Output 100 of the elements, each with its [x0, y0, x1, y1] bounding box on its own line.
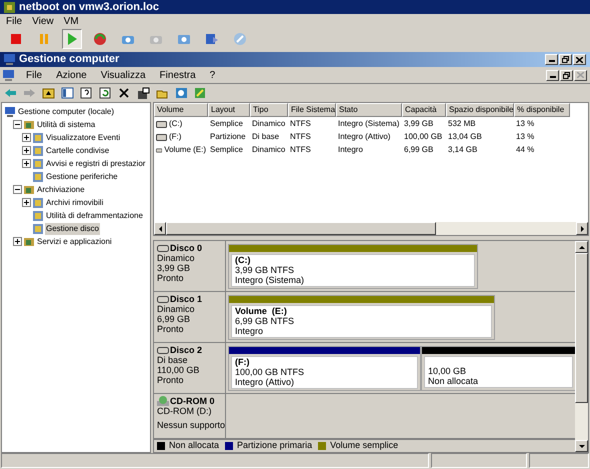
- drive-icon: [156, 146, 162, 154]
- tree-item[interactable]: Avvisi e registri di prestazior: [45, 158, 146, 170]
- refresh-icon: [98, 87, 112, 99]
- back-arrow-icon: [4, 87, 16, 99]
- tree-item[interactable]: Servizi e applicazioni: [36, 236, 113, 248]
- tree-node-icon: [23, 184, 35, 196]
- properties-icon: [136, 87, 150, 99]
- minimize-button[interactable]: [546, 70, 559, 80]
- toolbar-button[interactable]: [79, 86, 93, 100]
- right-arrow-icon: [580, 226, 584, 232]
- menu-item[interactable]: File: [6, 14, 22, 28]
- restore-button[interactable]: [560, 70, 573, 80]
- disk-info: 6,99 GB: [157, 314, 192, 324]
- toolbar-button[interactable]: [60, 86, 74, 100]
- table-cell: Volume (E:): [164, 144, 206, 156]
- toolbar-button[interactable]: [117, 86, 131, 100]
- tree-item[interactable]: Gestione computer (locale): [17, 106, 116, 118]
- scroll-up-button[interactable]: [575, 241, 588, 253]
- menu-item[interactable]: File: [26, 68, 42, 82]
- partition-info: Integro (Sistema): [235, 275, 306, 285]
- minimize-icon: [548, 60, 554, 62]
- partition-block[interactable]: Volume (E:) 6,99 GB NTFS Integro: [228, 295, 495, 340]
- partition-block[interactable]: 10,00 GB Non allocata: [421, 346, 576, 391]
- column-header[interactable]: % disponibile: [514, 103, 570, 117]
- close-icon: [577, 72, 584, 78]
- pause-icon: [37, 32, 51, 46]
- tree-item[interactable]: Cartelle condivise: [45, 144, 110, 156]
- disk-name: CD-ROM 0: [170, 396, 214, 406]
- toolbar-button[interactable]: [136, 86, 150, 100]
- column-header[interactable]: Spazio disponibile: [446, 103, 514, 117]
- scroll-down-button[interactable]: [575, 440, 588, 452]
- restore-button[interactable]: [559, 54, 572, 65]
- table-cell: (C:): [169, 118, 182, 130]
- table-cell: 13,04 GB: [448, 131, 482, 143]
- column-header[interactable]: Capacità: [402, 103, 446, 117]
- scroll-thumb[interactable]: [166, 222, 436, 235]
- tree-item[interactable]: Visualizzatore Eventi: [45, 132, 122, 144]
- up-arrow-icon: [578, 246, 584, 248]
- minimize-button[interactable]: [545, 54, 558, 65]
- partition-label: (C:): [235, 255, 252, 265]
- disk-info: 3,99 GB: [157, 263, 192, 273]
- toolbar-button[interactable]: [98, 86, 112, 100]
- tree-item[interactable]: Gestione disco: [45, 222, 100, 234]
- partition-info: 100,00 GB NTFS: [235, 367, 306, 377]
- menu-item[interactable]: View: [32, 14, 54, 28]
- menu-item[interactable]: VM: [64, 14, 79, 28]
- column-header[interactable]: Tipo: [250, 103, 288, 117]
- column-header[interactable]: Layout: [208, 103, 250, 117]
- disk-info: Dinamico: [157, 304, 196, 314]
- disk-info: Di base: [157, 355, 189, 365]
- table-cell: Semplice: [210, 118, 243, 130]
- tree-node-icon: [32, 196, 44, 208]
- table-cell: Di base: [252, 131, 280, 143]
- cd-drive-icon: [157, 396, 169, 406]
- table-cell: 532 MB: [448, 118, 476, 130]
- table-cell: NTFS: [290, 131, 311, 143]
- menu-item[interactable]: ?: [210, 68, 216, 82]
- horizontal-scrollbar[interactable]: [154, 222, 588, 235]
- tree-item[interactable]: Archiviazione: [36, 184, 86, 196]
- table-cell: 44 %: [516, 144, 534, 156]
- left-arrow-icon: [158, 226, 162, 232]
- table-cell: Partizione: [210, 131, 246, 143]
- panel-icon: [60, 87, 74, 99]
- table-cell: 3,14 GB: [448, 144, 478, 156]
- legend-label: Non allocata: [169, 439, 220, 452]
- table-cell: 3,99 GB: [404, 118, 434, 130]
- column-header[interactable]: Volume: [154, 103, 208, 117]
- tree-item[interactable]: Archivi rimovibili: [45, 196, 104, 208]
- disk-info: Pronto: [157, 375, 185, 385]
- partition-block[interactable]: (C:) 3,99 GB NTFS Integro (Sistema): [228, 244, 478, 289]
- menu-item[interactable]: Visualizza: [100, 68, 146, 82]
- scroll-right-button[interactable]: [576, 222, 588, 235]
- tree-item[interactable]: Utilità di sistema: [36, 118, 96, 130]
- column-header[interactable]: File Sistema: [288, 103, 336, 117]
- table-cell: Integro (Sistema): [338, 118, 400, 130]
- help-icon: [80, 87, 92, 99]
- toolbar-button[interactable]: [41, 86, 55, 100]
- forward-arrow-icon: [22, 87, 36, 99]
- menu-item[interactable]: Finestra: [160, 68, 196, 82]
- disk-info: Pronto: [157, 273, 185, 283]
- close-button[interactable]: [574, 70, 587, 80]
- tree-node-icon: [32, 144, 44, 156]
- partition-info: Integro (Attivo): [235, 377, 296, 387]
- find-icon: [174, 87, 188, 99]
- vertical-scrollbar[interactable]: [575, 241, 588, 452]
- close-button[interactable]: [573, 54, 586, 65]
- tree-item[interactable]: Gestione periferiche: [45, 170, 119, 182]
- menu-item[interactable]: Azione: [56, 68, 87, 82]
- tree-item[interactable]: Utilità di deframmentazione: [45, 210, 144, 222]
- tree-node-icon: [32, 210, 44, 222]
- table-cell: Semplice: [210, 144, 243, 156]
- scroll-thumb[interactable]: [575, 253, 588, 403]
- table-cell: Dinamico: [252, 144, 286, 156]
- partition-block[interactable]: (F:) 100,00 GB NTFS Integro (Attivo): [228, 346, 421, 391]
- disk-info: 110,00 GB: [157, 365, 200, 375]
- column-header[interactable]: Stato: [336, 103, 402, 117]
- scroll-left-button[interactable]: [154, 222, 166, 235]
- disk-name: Disco 0: [170, 243, 202, 253]
- disk-drive-icon: [157, 346, 169, 354]
- tree-node-icon: [32, 158, 44, 170]
